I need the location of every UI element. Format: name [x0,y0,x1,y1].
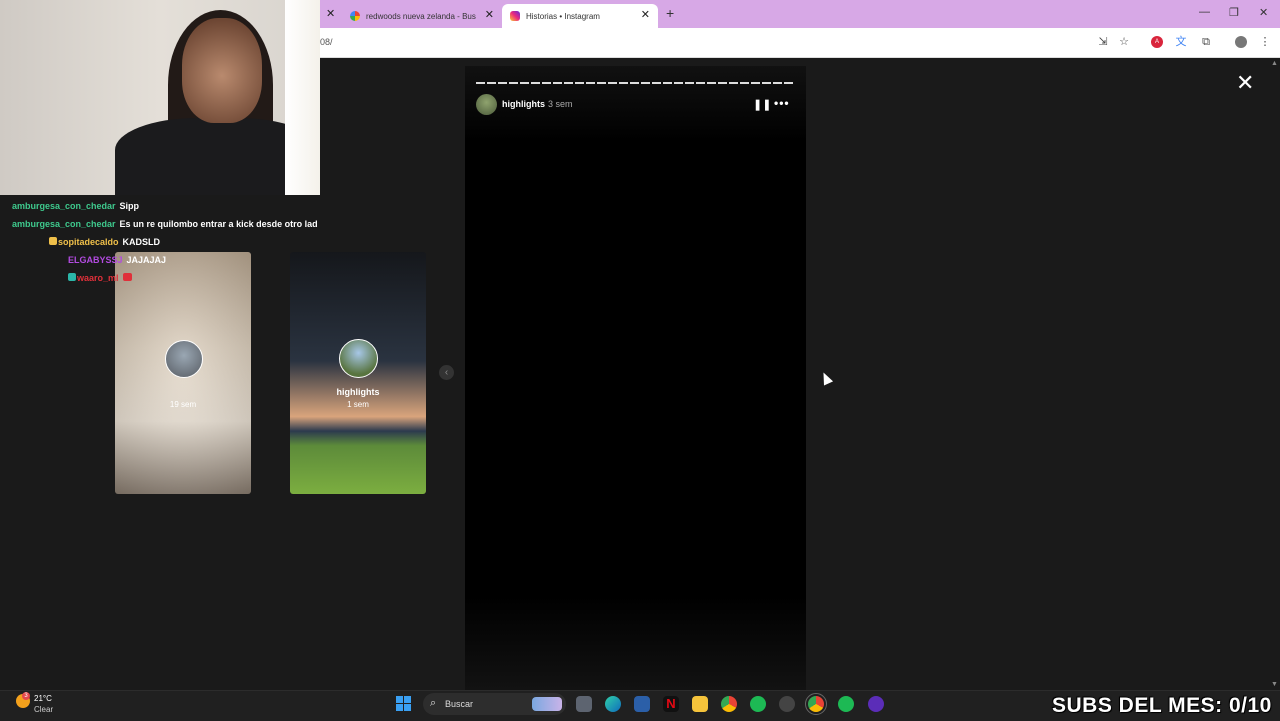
story-preview-username: highlights [336,387,380,397]
install-app-icon[interactable]: ⇲ [1097,36,1109,48]
search-icon: ⌕ [430,697,437,709]
store-icon[interactable] [634,696,650,712]
story-media[interactable] [465,66,806,690]
story-avatar[interactable] [476,94,497,115]
chrome-active-icon[interactable] [805,693,827,715]
pause-icon[interactable]: ❚❚ [753,98,771,111]
chat-username: sopitadecaldo [58,237,119,247]
restore-icon[interactable]: ❐ [1229,6,1239,19]
chat-message: sopitadecaldo KADSLD [49,237,160,247]
chat-badge-icon [68,273,76,281]
story-progress-bar [476,82,794,84]
chat-text: Es un re quilombo entrar a kick desde ot… [119,219,318,229]
file-explorer-icon[interactable] [692,696,708,712]
adblock-icon[interactable]: A [1151,36,1163,48]
chat-badge-icon [49,237,57,245]
windows-start-icon[interactable] [396,696,412,712]
edge-icon[interactable] [605,696,621,712]
scroll-up-icon[interactable]: ▲ [1271,60,1278,67]
url-text[interactable]: 08/ [320,37,333,47]
close-window-icon[interactable]: ✕ [1259,6,1268,19]
chat-username: amburgesa_con_chedar [12,201,116,211]
netflix-icon[interactable]: N [663,696,679,712]
bookmark-star-icon[interactable]: ☆ [1118,36,1130,48]
tab-instagram[interactable]: Historias • Instagram ✕ [502,4,658,28]
tab-google-search[interactable]: redwoods nueva zelanda - Bus ✕ [342,4,502,28]
close-tab-icon[interactable]: ✕ [641,8,650,21]
google-icon [350,11,360,21]
chat-message: amburgesa_con_chedar Es un re quilombo en… [12,219,318,229]
subs-counter-overlay: SUBS DEL MES: 0/10 [1052,694,1272,717]
close-tab-icon[interactable]: ✕ [326,7,335,20]
chat-username: waaro_ml [77,273,119,283]
app-icon[interactable] [868,696,884,712]
chat-text: KADSLD [122,237,161,247]
menu-kebab-icon[interactable]: ⋮ [1259,36,1271,48]
story-preview-avatar [339,339,378,378]
weather-badge: 3 [22,692,30,700]
spotify-icon[interactable] [750,696,766,712]
minimize-icon[interactable]: — [1199,6,1210,18]
chat-username: ELGABYSSJ [68,255,123,265]
task-view-icon[interactable] [576,696,592,712]
more-options-icon[interactable]: ••• [774,96,790,110]
chat-message: waaro_ml [68,273,132,283]
address-bar[interactable]: 08/ ⇲ ☆ A 文 ⧉ ⋮ [320,28,1280,58]
chat-message: ELGABYSSJ JAJAJAJ [68,255,166,265]
chat-message: amburgesa_con_chedar Sipp [12,201,139,211]
story-preview-time: 19 sem [169,400,197,409]
spotify-icon[interactable] [838,696,854,712]
search-highlight-image [532,697,562,711]
weather-temperature[interactable]: 21°C [34,694,52,703]
extensions-icon[interactable]: ⧉ [1200,36,1212,48]
close-tab-icon[interactable]: ✕ [485,8,494,21]
story-username[interactable]: highlights [502,99,545,109]
story-preview-time: 1 sem [347,400,369,409]
translate-icon[interactable]: 文 [1175,36,1187,48]
obs-icon[interactable] [779,696,795,712]
scroll-down-icon[interactable]: ▼ [1271,681,1278,688]
profile-avatar-icon[interactable] [1235,36,1247,48]
chrome-icon[interactable] [721,696,737,712]
weather-condition[interactable]: Clear [34,705,53,714]
webcam-overlay [0,0,320,195]
chat-text: JAJAJAJ [126,255,167,265]
browser-tab-bar: redwoods nueva zelanda - Bus ✕ Historias… [320,0,1280,28]
chat-username: amburgesa_con_chedar [12,219,116,229]
new-tab-icon[interactable]: + [666,5,674,21]
previous-story-button[interactable]: ‹ [439,365,454,380]
tab-title: redwoods nueva zelanda - Bus [366,11,476,21]
chat-text: Sipp [119,201,140,211]
page-scrollbar[interactable]: ▲ ▼ [1268,58,1280,690]
tab-title: Historias • Instagram [526,11,600,21]
emote-icon [122,273,132,281]
close-icon[interactable]: ✕ [1236,70,1254,96]
story-preview-avatar [165,340,203,378]
story-time: 3 sem [548,99,573,109]
instagram-icon [510,11,520,21]
search-placeholder[interactable]: Buscar [445,699,473,709]
